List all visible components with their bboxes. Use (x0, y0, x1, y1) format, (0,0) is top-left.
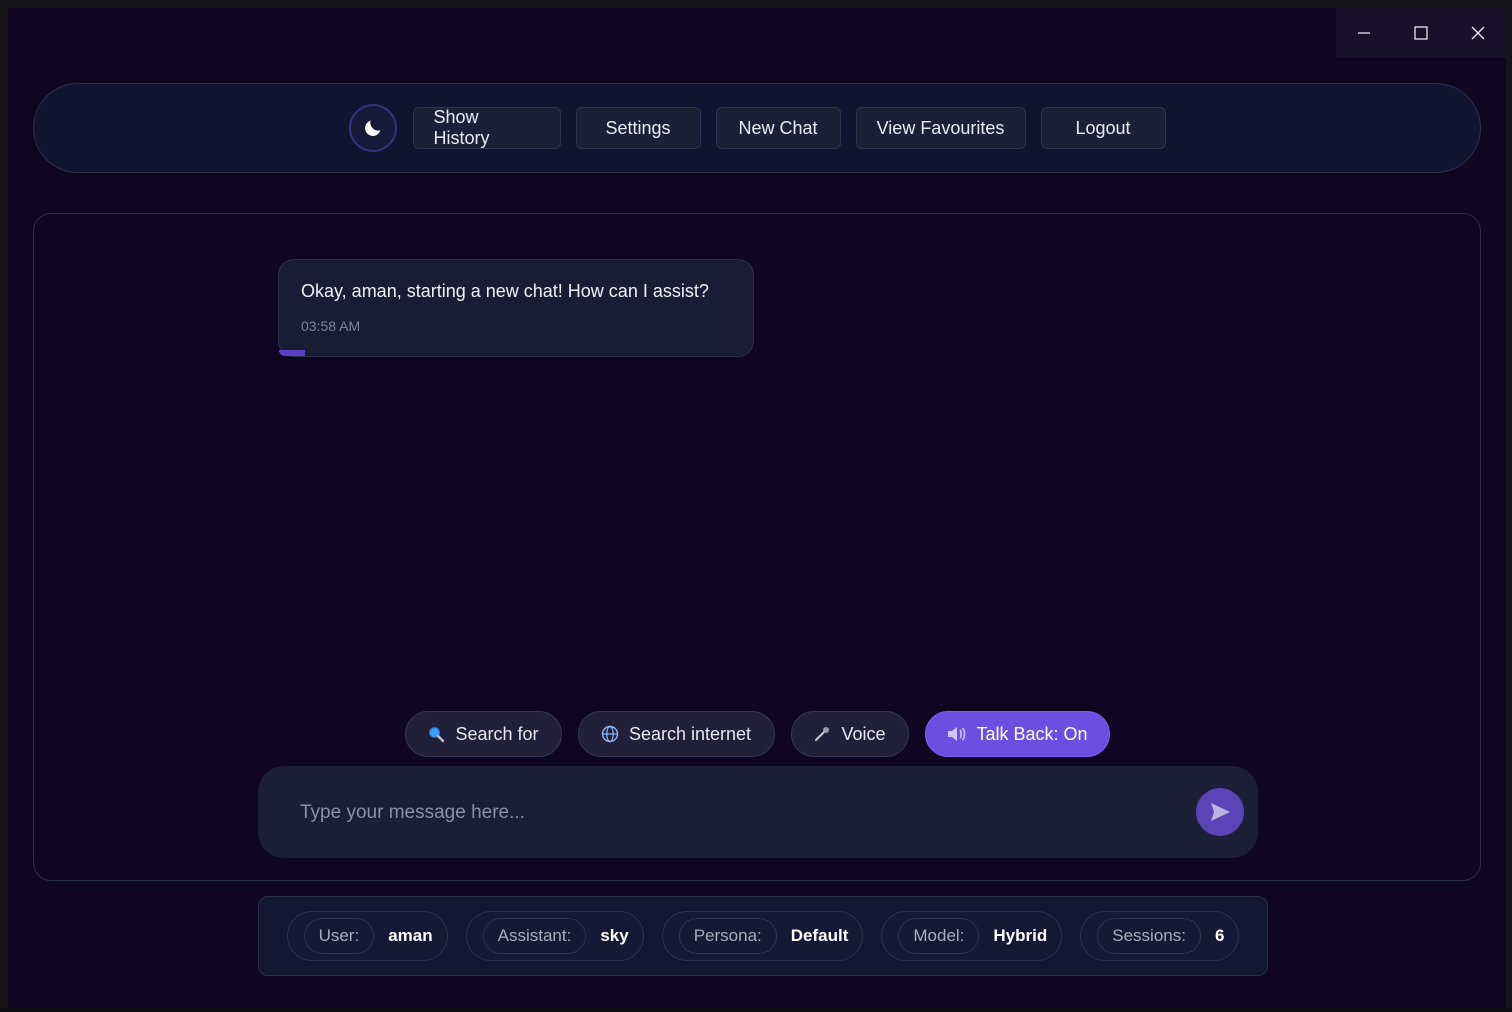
settings-button[interactable]: Settings (575, 107, 701, 149)
tool-buttons: Search for Search internet Voice Talk Ba… (34, 711, 1480, 757)
magnifier-icon (427, 725, 445, 743)
status-sessions-value: 6 (1214, 926, 1225, 945)
logout-button[interactable]: Logout (1040, 107, 1166, 149)
host-bottom-strip (0, 1008, 1512, 1012)
talk-back-label: Talk Back: On (976, 723, 1088, 744)
status-assistant: Assistant: sky (465, 911, 644, 961)
maximize-icon (1414, 26, 1428, 40)
status-model-label: Model: (898, 918, 980, 954)
message-timestamp: 03:58 AM (301, 318, 361, 334)
theme-toggle-button[interactable] (348, 104, 397, 152)
status-bar: User: aman Assistant: sky Persona: Defau… (258, 896, 1268, 976)
status-user: User: aman (286, 911, 448, 961)
send-icon (1211, 803, 1230, 821)
search-for-label: Search for (455, 723, 539, 744)
message-input[interactable] (298, 792, 1182, 834)
status-sessions-label: Sessions: (1097, 918, 1201, 954)
status-persona-label: Persona: (678, 918, 777, 954)
maximize-button[interactable] (1393, 8, 1450, 58)
microphone-icon (813, 725, 831, 743)
voice-label: Voice (841, 723, 886, 744)
send-button[interactable] (1196, 788, 1244, 836)
top-nav-bar: Show History Settings New Chat View Favo… (33, 83, 1481, 173)
status-model: Model: Hybrid (881, 911, 1063, 961)
status-sessions: Sessions: 6 (1080, 911, 1240, 961)
message-composer (258, 766, 1258, 858)
window-controls (1336, 8, 1506, 58)
message-text: Okay, aman, starting a new chat! How can… (301, 281, 709, 301)
status-user-value: aman (388, 926, 433, 945)
message-accent (279, 350, 305, 356)
status-persona: Persona: Default (661, 911, 864, 961)
talk-back-toggle[interactable]: Talk Back: On (924, 711, 1110, 757)
view-favourites-button[interactable]: View Favourites (855, 107, 1026, 149)
close-button[interactable] (1449, 8, 1506, 58)
assistant-message: Okay, aman, starting a new chat! How can… (278, 259, 754, 357)
status-assistant-value: sky (600, 926, 629, 945)
status-persona-value: Default (790, 926, 849, 945)
minimize-icon (1358, 32, 1371, 34)
moon-icon (364, 120, 380, 136)
close-icon (1471, 26, 1485, 40)
status-user-label: User: (303, 918, 375, 954)
status-model-value: Hybrid (993, 926, 1048, 945)
voice-button[interactable]: Voice (790, 711, 909, 757)
search-internet-label: Search internet (628, 723, 752, 744)
globe-icon (601, 725, 619, 743)
status-assistant-label: Assistant: (482, 918, 587, 954)
show-history-button[interactable]: Show History (412, 107, 561, 149)
new-chat-button[interactable]: New Chat (715, 107, 841, 149)
app-window: Show History Settings New Chat View Favo… (8, 8, 1506, 1008)
chat-panel: Okay, aman, starting a new chat! How can… (33, 213, 1481, 881)
minimize-button[interactable] (1336, 8, 1393, 58)
search-internet-button[interactable]: Search internet (577, 711, 775, 757)
speaker-icon (946, 725, 966, 743)
search-for-button[interactable]: Search for (404, 711, 562, 757)
